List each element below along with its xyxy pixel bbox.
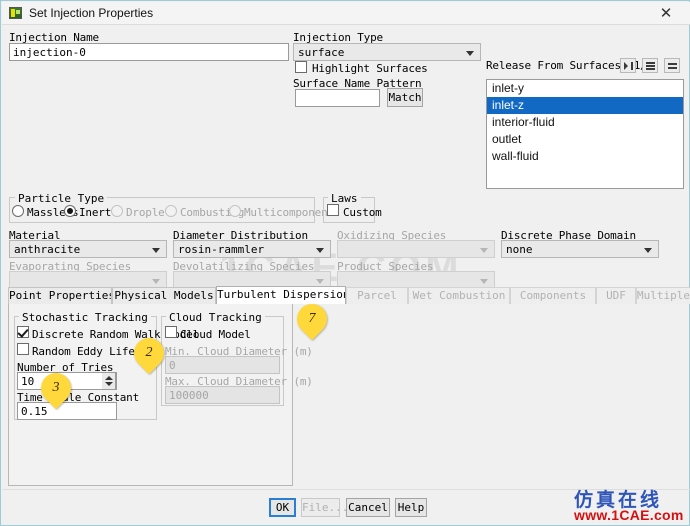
chevron-down-icon (152, 279, 160, 284)
injection-type-combo[interactable]: surface (293, 43, 481, 61)
tab-parcel[interactable]: Parcel (346, 287, 408, 304)
cancel-button[interactable]: Cancel (346, 498, 390, 517)
min-cloud-diameter-input: 0 (165, 356, 280, 374)
annotation-marker-2: 2 (127, 331, 171, 375)
radio-inert[interactable] (64, 205, 76, 217)
max-cloud-diameter-input: 100000 (165, 386, 280, 404)
file-button[interactable]: File... (301, 498, 348, 517)
equal-icon[interactable] (664, 58, 680, 73)
tab-multiple-reactions[interactable]: Multiple Reactions (636, 287, 690, 304)
title-bar: Set Injection Properties ✕ (2, 2, 690, 25)
chevron-down-icon (466, 51, 474, 56)
surface-name-pattern-input[interactable] (295, 89, 380, 107)
time-scale-constant-input[interactable]: 0.15 (17, 402, 117, 420)
tab-wet-combustion[interactable]: Wet Combustion (408, 287, 510, 304)
list-item[interactable]: wall-fluid (487, 148, 683, 165)
list-icon[interactable] (642, 58, 658, 73)
list-item[interactable]: inlet-y (487, 80, 683, 97)
ok-button[interactable]: OK (269, 498, 296, 517)
annotation-marker-7: 7 (290, 297, 334, 341)
watermark-url: www.1CAE.com (574, 507, 684, 523)
chevron-down-icon (152, 248, 160, 253)
radio-multicomponent[interactable] (229, 205, 241, 217)
cloud-model-label: Cloud Model (180, 328, 251, 341)
list-item[interactable]: inlet-z (487, 97, 683, 114)
list-item[interactable]: interior-fluid (487, 114, 683, 131)
tab-physical-models[interactable]: Physical Models (112, 287, 216, 304)
tab-udf[interactable]: UDF (596, 287, 636, 304)
custom-law-checkbox[interactable] (327, 204, 339, 216)
list-item[interactable]: outlet (487, 131, 683, 148)
chevron-down-icon (316, 248, 324, 253)
annotation-marker-3: 3 (34, 366, 78, 410)
annotation-marker-2-number: 2 (145, 345, 153, 360)
diameter-distribution-combo[interactable]: rosin-rammler (173, 240, 331, 258)
diameter-distribution-value: rosin-rammler (178, 243, 265, 256)
injection-name-input[interactable]: injection-0 (9, 43, 289, 61)
radio-inert-label: Inert (79, 206, 112, 219)
window-title: Set Injection Properties (29, 6, 154, 20)
annotation-marker-3-number: 3 (52, 380, 60, 395)
app-icon (9, 7, 22, 19)
random-eddy-lifetime-checkbox[interactable] (17, 343, 29, 355)
tab-components[interactable]: Components (510, 287, 596, 304)
radio-massless[interactable] (12, 205, 24, 217)
annotation-marker-7-number: 7 (308, 311, 316, 326)
tab-point-properties[interactable]: Point Properties (8, 287, 112, 304)
help-button[interactable]: Help (395, 498, 427, 517)
radio-multicomponent-label: Multicomponent (244, 206, 334, 219)
material-combo[interactable]: anthracite (9, 240, 167, 258)
radio-combusting[interactable] (165, 205, 177, 217)
chevron-down-icon (316, 279, 324, 284)
cloud-model-checkbox[interactable] (165, 326, 177, 338)
tab-strip: Point Properties Physical Models Turbule… (8, 286, 690, 304)
match-button[interactable]: Match (387, 88, 423, 107)
close-icon[interactable]: ✕ (646, 3, 686, 24)
oxidizing-species-combo (337, 240, 495, 258)
discrete-random-walk-checkbox[interactable] (17, 326, 29, 338)
discrete-phase-domain-value: none (506, 243, 533, 256)
chevron-down-icon (480, 248, 488, 253)
tab-turbulent-dispersion[interactable]: Turbulent Dispersion (216, 286, 346, 304)
highlight-surfaces-checkbox[interactable] (295, 61, 307, 73)
discrete-phase-domain-combo[interactable]: none (501, 240, 659, 258)
injection-type-value: surface (298, 46, 345, 59)
highlight-surfaces-label: Highlight Surfaces (312, 62, 428, 75)
number-of-tries-stepper[interactable] (102, 372, 116, 390)
custom-law-label: Custom (343, 206, 382, 219)
chevron-down-icon (644, 248, 652, 253)
set-injection-properties-window: Set Injection Properties ✕ 1CAE.COM Inje… (0, 0, 690, 526)
particle-type-group-label: Particle Type (15, 192, 108, 205)
material-value: anthracite (14, 243, 81, 256)
stochastic-tracking-group-label: Stochastic Tracking (19, 311, 151, 324)
cloud-tracking-group-label: Cloud Tracking (166, 311, 265, 324)
release-from-surfaces-list[interactable]: inlet-y inlet-z interior-fluid outlet wa… (486, 79, 684, 189)
filter-icon[interactable] (620, 58, 636, 73)
radio-droplet[interactable] (111, 205, 123, 217)
chevron-down-icon (480, 279, 488, 284)
